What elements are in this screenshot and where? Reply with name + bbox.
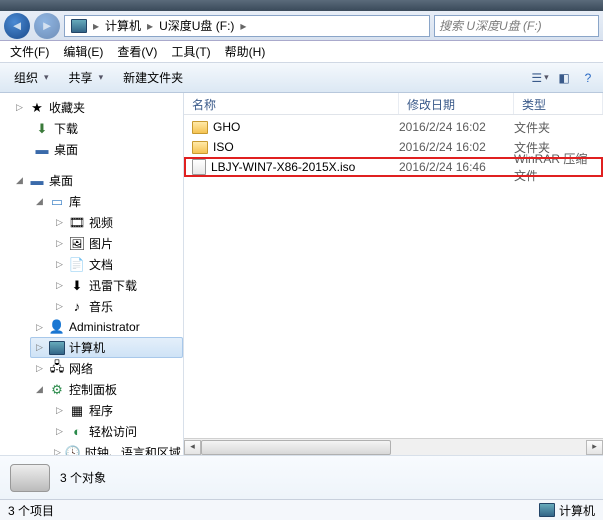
tree-downloads[interactable]: ⬇下载 (30, 118, 183, 139)
desktop-icon: ▬ (29, 173, 45, 189)
view-mode-button[interactable]: ☰ (531, 69, 549, 87)
file-list: 名称 修改日期 类型 GHO 2016/2/24 16:02文件夹 ISO 2016/… (184, 93, 603, 455)
tree-desktop[interactable]: ▬桌面 (30, 139, 183, 160)
tree-programs[interactable]: ▷▦程序 (50, 400, 183, 421)
column-headers: 名称 修改日期 类型 (184, 93, 603, 115)
menu-view[interactable]: 查看(V) (111, 41, 163, 62)
title-bar (0, 0, 603, 11)
file-type: 文件夹 (514, 119, 599, 136)
breadcrumb-root-icon[interactable] (67, 19, 91, 33)
tree-libraries[interactable]: ◢▭库 (30, 191, 183, 212)
organize-button[interactable]: 组织 (6, 66, 59, 89)
video-icon: 🎞 (69, 215, 85, 231)
tree-network[interactable]: ▷🖧网络 (30, 358, 183, 379)
file-row[interactable]: LBJY-WIN7-X86-2015X.iso2016/2/24 16:46Wi… (184, 157, 603, 177)
star-icon: ★ (29, 100, 45, 116)
desktop-icon: ▬ (34, 142, 50, 158)
scroll-right-button[interactable]: ▸ (586, 440, 603, 455)
tree-control-panel[interactable]: ◢⚙控制面板 (30, 379, 183, 400)
download-icon: ⬇ (34, 121, 50, 137)
file-date: 2016/2/24 16:46 (399, 160, 514, 174)
ease-icon: ◐ (69, 424, 85, 440)
file-date: 2016/2/24 16:02 (399, 140, 514, 154)
menu-file[interactable]: 文件(F) (4, 41, 55, 62)
tree-pictures[interactable]: ▷🖼图片 (50, 233, 183, 254)
scroll-left-button[interactable]: ◂ (184, 440, 201, 455)
navigation-tree[interactable]: ▷★收藏夹 ⬇下载 ▬桌面 ◢▬桌面 ◢▭库 ▷🎞视频 ▷🖼图片 ▷📄文档 ▷⬇… (0, 93, 184, 455)
new-folder-button[interactable]: 新建文件夹 (115, 66, 193, 89)
address-bar: ◄ ► ▸ 计算机 ▸ U深度U盘 (F:) ▸ 搜索 U深度U盘 (F:) (0, 11, 603, 41)
picture-icon: 🖼 (69, 236, 85, 252)
scroll-thumb[interactable] (201, 440, 391, 455)
clock-icon: 🕓 (65, 445, 81, 456)
tree-ease[interactable]: ▷◐轻松访问 (50, 421, 183, 442)
nav-forward-button[interactable]: ► (34, 13, 60, 39)
file-type: WinRAR 压缩文件 (514, 150, 599, 184)
tree-music[interactable]: ▷♪音乐 (50, 296, 183, 317)
nav-back-button[interactable]: ◄ (4, 13, 30, 39)
drive-icon (10, 464, 50, 492)
col-date[interactable]: 修改日期 (399, 93, 514, 114)
help-icon[interactable]: ? (579, 69, 597, 87)
search-placeholder: 搜索 U深度U盘 (F:) (439, 17, 542, 34)
file-row[interactable]: GHO 2016/2/24 16:02文件夹 (184, 117, 603, 137)
network-icon: 🖧 (49, 361, 65, 377)
tree-videos[interactable]: ▷🎞视频 (50, 212, 183, 233)
programs-icon: ▦ (69, 403, 85, 419)
status-bar: 3 个项目 计算机 (0, 499, 603, 520)
document-icon: 📄 (69, 257, 85, 273)
search-input[interactable]: 搜索 U深度U盘 (F:) (434, 15, 599, 37)
status-location: 计算机 (559, 502, 595, 519)
preview-pane-button[interactable]: ◧ (555, 69, 573, 87)
toolbar: 组织 共享 新建文件夹 ☰ ◧ ? (0, 63, 603, 93)
col-name[interactable]: 名称 (184, 93, 399, 114)
file-name: LBJY-WIN7-X86-2015X.iso (211, 160, 355, 174)
scroll-track[interactable] (201, 440, 586, 455)
menu-help[interactable]: 帮助(H) (219, 41, 272, 62)
computer-icon (539, 503, 555, 517)
tree-desktop-root[interactable]: ◢▬桌面 (10, 170, 183, 191)
content-area: ▷★收藏夹 ⬇下载 ▬桌面 ◢▬桌面 ◢▭库 ▷🎞视频 ▷🖼图片 ▷📄文档 ▷⬇… (0, 93, 603, 455)
col-type[interactable]: 类型 (514, 93, 603, 114)
status-item-count: 3 个项目 (8, 502, 54, 519)
computer-icon (49, 340, 65, 356)
menu-edit[interactable]: 编辑(E) (57, 41, 109, 62)
music-icon: ♪ (69, 299, 85, 315)
library-icon: ▭ (49, 194, 65, 210)
folder-icon (192, 141, 208, 154)
share-button[interactable]: 共享 (61, 66, 114, 89)
breadcrumb[interactable]: ▸ 计算机 ▸ U深度U盘 (F:) ▸ (64, 15, 430, 37)
user-icon: 👤 (49, 319, 65, 335)
file-date: 2016/2/24 16:02 (399, 120, 514, 134)
details-pane: 3 个对象 (0, 455, 603, 499)
menu-bar: 文件(F) 编辑(E) 查看(V) 工具(T) 帮助(H) (0, 41, 603, 63)
download-icon: ⬇ (69, 278, 85, 294)
control-panel-icon: ⚙ (49, 382, 65, 398)
tree-xunlei[interactable]: ▷⬇迅雷下载 (50, 275, 183, 296)
chevron-right-icon: ▸ (145, 19, 155, 33)
tree-clock[interactable]: ▷🕓时钟、语言和区域 (50, 442, 183, 455)
file-icon (192, 159, 206, 175)
breadcrumb-segment[interactable]: 计算机 (101, 17, 145, 34)
folder-icon (192, 121, 208, 134)
file-list-body[interactable]: GHO 2016/2/24 16:02文件夹 ISO 2016/2/24 16:02文… (184, 115, 603, 438)
menu-tools[interactable]: 工具(T) (165, 41, 216, 62)
file-name: GHO (213, 120, 240, 134)
tree-admin[interactable]: ▷👤Administrator (30, 317, 183, 337)
chevron-right-icon: ▸ (91, 19, 101, 33)
chevron-right-icon: ▸ (238, 19, 248, 33)
tree-documents[interactable]: ▷📄文档 (50, 254, 183, 275)
file-name: ISO (213, 140, 234, 154)
horizontal-scrollbar[interactable]: ◂ ▸ (184, 438, 603, 455)
tree-computer[interactable]: ▷计算机 (30, 337, 183, 358)
breadcrumb-segment[interactable]: U深度U盘 (F:) (155, 17, 238, 34)
tree-favorites[interactable]: ▷★收藏夹 (10, 97, 183, 118)
item-count: 3 个对象 (60, 469, 106, 486)
